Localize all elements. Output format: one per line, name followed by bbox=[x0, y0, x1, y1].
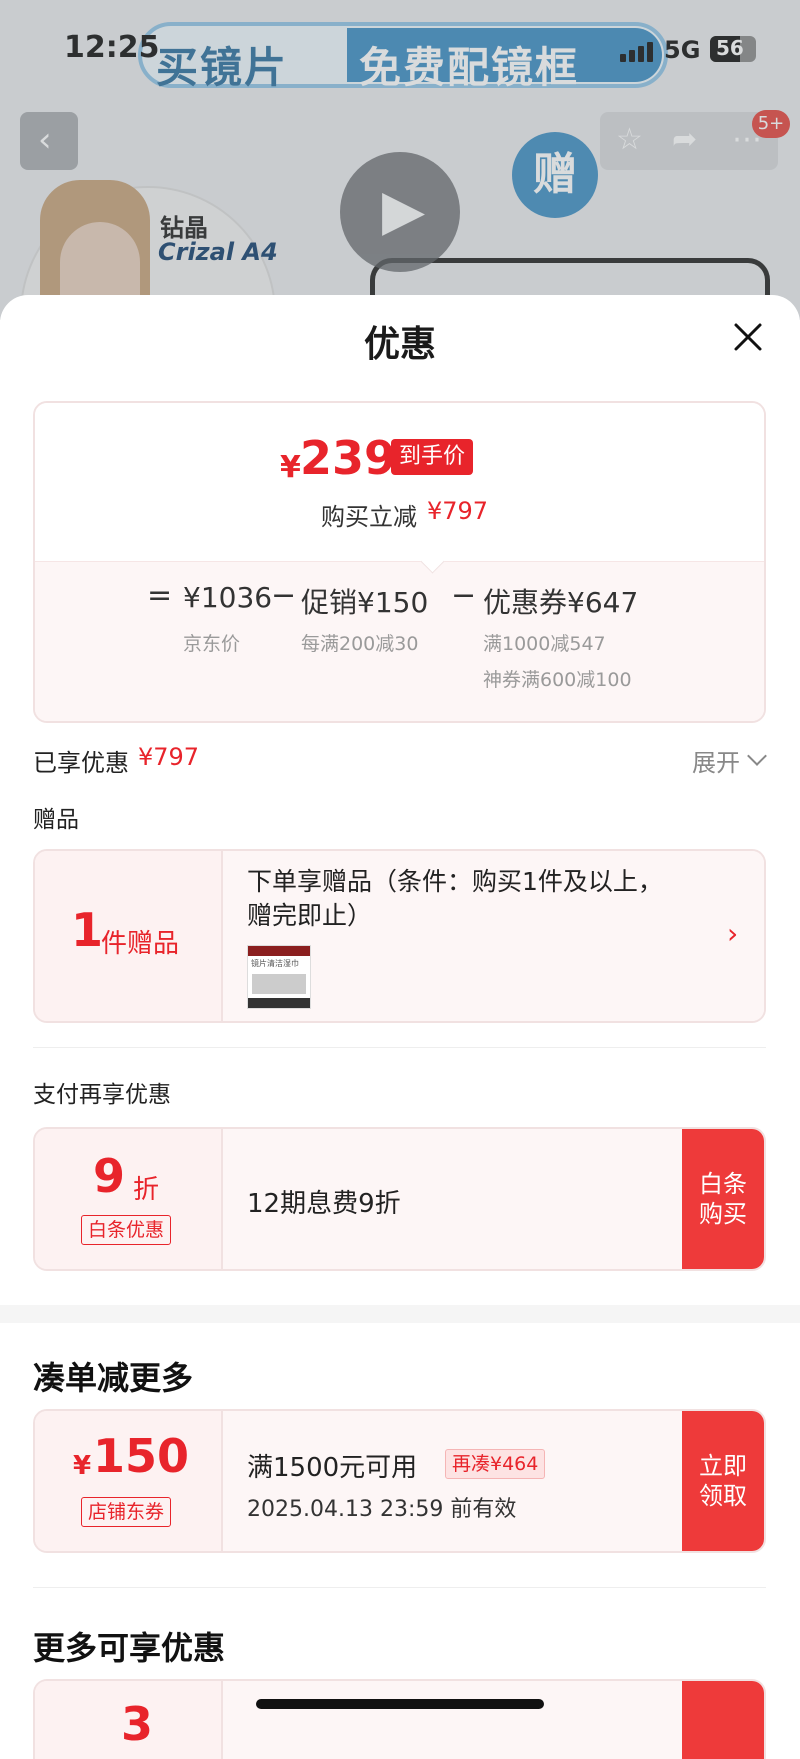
partial-amount: 3 bbox=[121, 1697, 154, 1751]
price-summary-card: ¥ 239 到手价 购买立减 ¥797 = ¥1036 京东价 − 促销¥150… bbox=[33, 401, 766, 723]
coupon-sub-2: 神券满600减100 bbox=[483, 669, 632, 691]
price-currency: ¥ bbox=[280, 450, 301, 485]
home-indicator bbox=[256, 1699, 544, 1709]
gift-card[interactable]: 1 件赠品 下单享赠品（条件：购买1件及以上，赠完即止） 镜片清洁湿巾 › bbox=[33, 849, 766, 1023]
expand-button[interactable]: 展开 bbox=[692, 743, 740, 778]
dim-overlay[interactable] bbox=[0, 0, 800, 320]
discount-sheet: 优惠 ¥ 239 到手价 购买立减 ¥797 = ¥1036 京东价 − 促销¥… bbox=[0, 295, 800, 1759]
close-icon bbox=[734, 323, 762, 351]
product-page-background: 买镜片 免费配镜框 钻晶 Crizal A4 ▶ 赠 ‹ ☆ ➦ ⋯ 5+ 12… bbox=[0, 0, 800, 320]
pay-section-title: 支付再享优惠 bbox=[33, 1082, 171, 1108]
coupon-expire: 2025.04.13 23:59 前有效 bbox=[247, 1497, 517, 1522]
gift-unit: 件赠品 bbox=[101, 929, 180, 959]
jd-price-label: 京东价 bbox=[183, 633, 241, 655]
pay-discount-unit: 折 bbox=[133, 1175, 160, 1205]
final-price: 239 bbox=[300, 431, 397, 485]
coupon-value: 优惠券¥647 bbox=[483, 586, 639, 619]
more-enjoy-title: 更多可享优惠 bbox=[33, 1629, 226, 1667]
close-button[interactable] bbox=[726, 315, 770, 359]
baitiao-buy-button[interactable]: 白条 购买 bbox=[682, 1129, 764, 1269]
gift-section-title: 赠品 bbox=[33, 807, 79, 833]
enjoyed-label: 已享优惠 bbox=[33, 749, 129, 777]
reduce-label: 购买立减 bbox=[321, 503, 417, 531]
pay-tag: 白条优惠 bbox=[81, 1215, 172, 1245]
jd-price: ¥1036 bbox=[183, 581, 273, 614]
coupon-tag: 店铺东券 bbox=[81, 1497, 172, 1527]
coupon-currency: ¥ bbox=[73, 1451, 92, 1481]
pay-description: 12期息费9折 bbox=[247, 1189, 401, 1219]
pay-discount: 9 bbox=[93, 1149, 126, 1203]
coupon-sub-1: 满1000减547 bbox=[483, 633, 606, 655]
sheet-title: 优惠 bbox=[363, 324, 436, 365]
enjoyed-value: ¥797 bbox=[138, 743, 200, 771]
minus-sign: − bbox=[271, 578, 297, 613]
claim-coupon-button[interactable]: 立即 领取 bbox=[682, 1411, 764, 1551]
section-gap bbox=[0, 1305, 800, 1323]
coupon-amount: 150 bbox=[93, 1429, 190, 1483]
store-coupon-card: ¥ 150 店铺东券 满1500元可用 再凑¥464 2025.04.13 23… bbox=[33, 1409, 766, 1553]
partial-cta[interactable] bbox=[682, 1681, 764, 1759]
promo-value: 促销¥150 bbox=[301, 586, 429, 619]
gift-description: 下单享赠品（条件：购买1件及以上，赠完即止） bbox=[247, 867, 663, 930]
minus-sign-2: − bbox=[451, 578, 477, 613]
more-discount-title: 凑单减更多 bbox=[33, 1359, 194, 1397]
coupon-condition: 满1500元可用 bbox=[247, 1453, 418, 1483]
gift-count: 1 bbox=[71, 903, 104, 957]
baitiao-card: 9 折 白条优惠 12期息费9折 白条 购买 bbox=[33, 1127, 766, 1271]
final-price-tag: 到手价 bbox=[391, 439, 474, 475]
divider-2 bbox=[33, 1587, 766, 1588]
chevron-down-icon[interactable] bbox=[747, 746, 767, 766]
reduce-value: ¥797 bbox=[427, 497, 489, 525]
divider bbox=[33, 1047, 766, 1048]
gift-thumb-text: 镜片清洁湿巾 bbox=[251, 959, 299, 968]
partial-offer-card: 3 bbox=[33, 1679, 766, 1759]
coupon-extra-badge: 再凑¥464 bbox=[445, 1449, 546, 1479]
gift-thumbnail: 镜片清洁湿巾 bbox=[247, 945, 311, 1009]
chevron-right-icon: › bbox=[727, 917, 739, 950]
equals-sign: = bbox=[147, 578, 173, 613]
promo-sub: 每满200减30 bbox=[301, 633, 419, 655]
